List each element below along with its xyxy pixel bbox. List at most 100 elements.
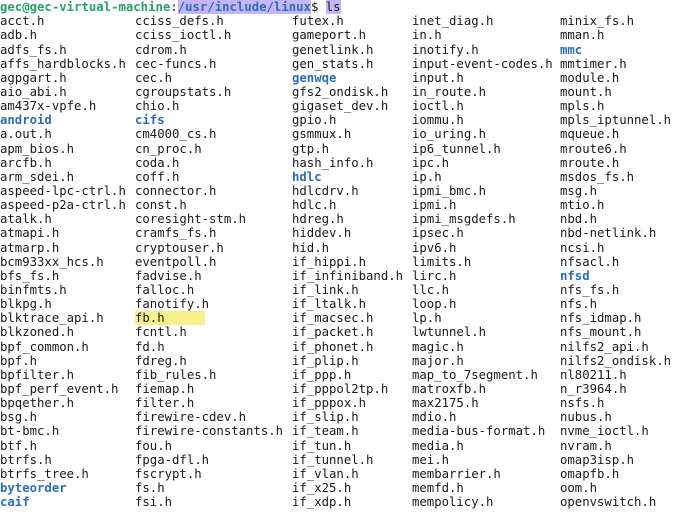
file-entry: cciss_defs.h — [135, 14, 283, 28]
entry-name: mroute.h — [560, 155, 620, 170]
entry-name: cm4000_cs.h — [135, 127, 217, 142]
file-entry: fb.h — [135, 311, 283, 326]
file-entry: adfs_fs.h — [0, 43, 126, 57]
entry-name: firewire-constants.h — [135, 424, 284, 439]
file-entry: media-bus-format.h — [412, 424, 553, 438]
file-entry: minix_fs.h — [560, 14, 671, 28]
file-entry: nbd.h — [560, 212, 671, 226]
listing-column-3: futex.h gameport.h genetlink.h gen_stats.h g… — [292, 14, 403, 509]
file-entry: hdlc.h — [292, 198, 403, 212]
file-entry: fs.h — [135, 481, 283, 495]
terminal-window[interactable]: gec@gec-virtual-machine:/usr/include/lin… — [0, 0, 692, 517]
file-entry: omap3isp.h — [560, 453, 671, 467]
entry-name: major.h — [412, 353, 464, 368]
file-entry: nilfs2_ondisk.h — [560, 354, 671, 368]
entry-name: mtio.h — [560, 198, 605, 213]
entry-name: gigaset_dev.h — [292, 99, 389, 114]
entry-name: magic.h — [412, 339, 464, 354]
file-entry: lirc.h — [412, 269, 553, 283]
entry-name: nfs.h — [560, 297, 598, 312]
file-entry: affs_hardblocks.h — [0, 57, 126, 71]
entry-name: fcntl.h — [135, 325, 187, 340]
file-entry: gtp.h — [292, 142, 403, 156]
entry-name: nbd.h — [560, 212, 598, 227]
file-entry: omapfb.h — [560, 467, 671, 481]
file-entry: nvram.h — [560, 439, 671, 453]
file-entry: magic.h — [412, 340, 553, 354]
entry-name: bpf_perf_event.h — [0, 381, 119, 396]
entry-name: if_tunnel.h — [292, 452, 374, 467]
file-entry: input.h — [412, 71, 553, 85]
file-entry: gen_stats.h — [292, 57, 403, 71]
file-entry: hdlcdrv.h — [292, 184, 403, 198]
file-entry: firewire-cdev.h — [135, 410, 283, 424]
file-entry: nubus.h — [560, 410, 671, 424]
file-entry: nl80211.h — [560, 368, 671, 382]
entry-name: cciss_defs.h — [135, 14, 224, 29]
entry-name: fb.h — [135, 311, 205, 326]
file-entry: ipv6.h — [412, 241, 553, 255]
entry-name: mpls_iptunnel.h — [560, 113, 672, 128]
entry-name: gfs2_ondisk.h — [292, 85, 389, 99]
file-entry: ip6_tunnel.h — [412, 142, 553, 156]
entry-name: fadvise.h — [135, 268, 202, 283]
entry-name: genwqe — [292, 70, 337, 85]
entry-name: oom.h — [560, 480, 598, 495]
file-entry: max2175.h — [412, 396, 553, 410]
file-entry: n_r3964.h — [560, 382, 671, 396]
entry-name: n_r3964.h — [560, 381, 627, 396]
entry-name: coresight-stm.h — [135, 212, 247, 227]
entry-name: const.h — [135, 198, 187, 213]
file-entry: coresight-stm.h — [135, 212, 283, 226]
file-entry: matroxfb.h — [412, 382, 553, 396]
file-entry: bt-bmc.h — [0, 424, 126, 438]
file-entry: if_team.h — [292, 424, 403, 438]
entry-name: mmtimer.h — [560, 56, 627, 71]
entry-name: inotify.h — [412, 42, 479, 57]
file-entry: if_tun.h — [292, 439, 403, 453]
entry-name: nfsd — [560, 268, 590, 283]
entry-name: iommu.h — [412, 113, 464, 128]
entry-name: aspeed-p2a-ctrl.h — [0, 198, 126, 213]
entry-name: coda.h — [135, 155, 180, 170]
file-entry: nvme_ioctl.h — [560, 424, 671, 438]
entry-name: nubus.h — [560, 410, 612, 425]
entry-name: bt-bmc.h — [0, 424, 60, 439]
entry-name: cifs — [135, 113, 165, 128]
file-entry: atmarp.h — [0, 241, 126, 255]
entry-name: a.out.h — [0, 127, 52, 142]
entry-name: affs_hardblocks.h — [0, 56, 126, 71]
entry-name: module.h — [560, 70, 620, 85]
file-entry: fou.h — [135, 439, 283, 453]
file-entry: ipmi.h — [412, 198, 553, 212]
file-entry: if_phonet.h — [292, 340, 403, 354]
entry-name: cryptouser.h — [135, 240, 224, 255]
file-entry: gfs2_ondisk.h — [292, 85, 403, 99]
file-entry: hash_info.h — [292, 156, 403, 170]
file-entry: if_plip.h — [292, 354, 403, 368]
entry-name: nfs_mount.h — [560, 325, 642, 340]
directory-entry: android — [0, 113, 126, 127]
entry-name: chio.h — [135, 99, 180, 114]
file-entry: aspeed-p2a-ctrl.h — [0, 198, 126, 212]
entry-name: if_packet.h — [292, 325, 374, 340]
entry-name: if_link.h — [292, 282, 359, 297]
file-entry: if_infiniband.h — [292, 269, 403, 283]
entry-name: if_hippi.h — [292, 254, 367, 269]
entry-name: acct.h — [0, 14, 45, 29]
file-entry: msg.h — [560, 184, 671, 198]
entry-name: apm_bios.h — [0, 141, 75, 156]
prompt-path: /usr/include/linux — [177, 0, 311, 14]
file-entry: msdos_fs.h — [560, 170, 671, 184]
file-entry: nfs_mount.h — [560, 325, 671, 339]
prompt-separator: : — [170, 0, 178, 14]
entry-name: nl80211.h — [560, 367, 627, 382]
entry-name: if_ltalk.h — [292, 297, 367, 312]
file-entry: fd.h — [135, 340, 283, 354]
file-entry: in.h — [412, 28, 553, 42]
entry-name: fs.h — [135, 480, 165, 495]
listing-column-4: inet_diag.h in.h inotify.h input-event-code… — [412, 14, 553, 509]
entry-name: aspeed-lpc-ctrl.h — [0, 183, 126, 198]
entry-name: input-event-codes.h — [412, 56, 553, 71]
file-entry: fpga-dfl.h — [135, 453, 283, 467]
